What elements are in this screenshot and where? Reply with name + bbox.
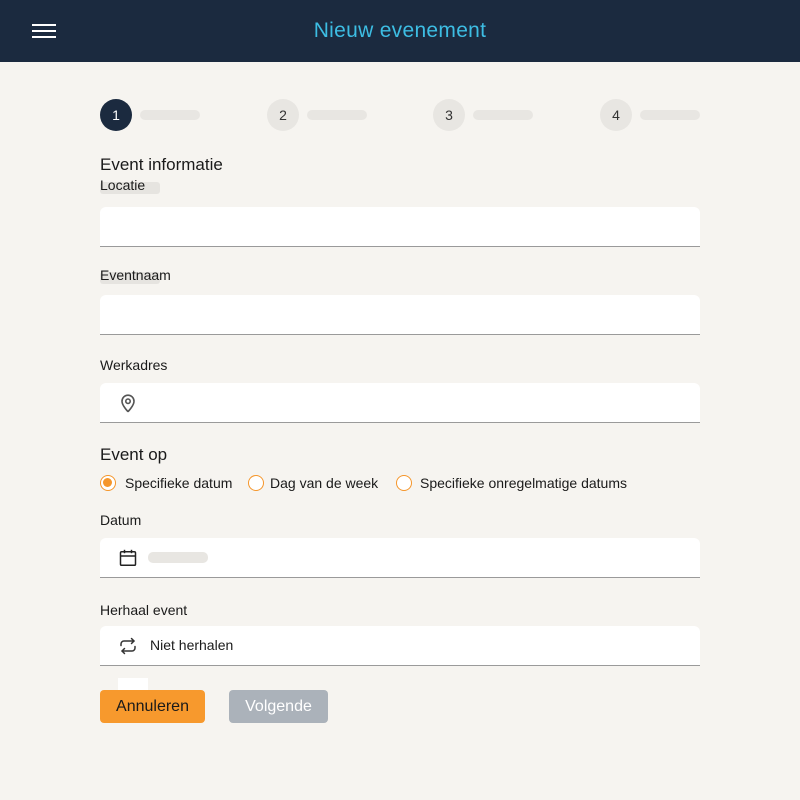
- step-number: 2: [267, 99, 299, 131]
- date-placeholder-skeleton: [148, 552, 208, 563]
- radio-circle: [100, 475, 116, 491]
- event-name-label: Eventnaam: [100, 267, 171, 283]
- section-heading-event-info: Event informatie: [100, 155, 223, 174]
- work-address-input[interactable]: [100, 383, 700, 423]
- calendar-icon: [119, 549, 137, 567]
- section-heading-event-on: Event op: [100, 445, 168, 464]
- cancel-button[interactable]: Annuleren: [100, 690, 205, 723]
- step-label-placeholder: [307, 110, 367, 120]
- repeat-label: Herhaal event: [100, 602, 188, 618]
- next-button[interactable]: Volgende: [229, 690, 328, 723]
- repeat-value: Niet herhalen: [150, 637, 234, 653]
- step-label-placeholder: [640, 110, 700, 120]
- work-address-label: Werkadres: [100, 357, 168, 373]
- radio-label: Dag van de week: [270, 475, 379, 491]
- page-title: Nieuw evenement: [313, 19, 487, 42]
- repeat-icon: [120, 637, 136, 655]
- radio-circle: [396, 475, 412, 491]
- step-number: 4: [600, 99, 632, 131]
- location-label: Locatie: [100, 177, 146, 193]
- radio-label: Specifieke onregelmatige datums: [420, 475, 628, 491]
- radio-circle: [248, 475, 264, 491]
- date-input[interactable]: [100, 538, 700, 578]
- location-input[interactable]: [100, 207, 700, 247]
- step-label-placeholder: [473, 110, 533, 120]
- date-label: Datum: [100, 512, 142, 528]
- step-number: 1: [100, 99, 132, 131]
- event-name-input[interactable]: [100, 295, 700, 335]
- radio-label: Specifieke datum: [125, 475, 233, 491]
- top-bar: Nieuw evenement: [0, 0, 800, 62]
- map-pin-icon: [121, 394, 135, 413]
- step-number: 3: [433, 99, 465, 131]
- repeat-select[interactable]: Niet herhalen: [100, 626, 700, 666]
- step-label-placeholder: [140, 110, 200, 120]
